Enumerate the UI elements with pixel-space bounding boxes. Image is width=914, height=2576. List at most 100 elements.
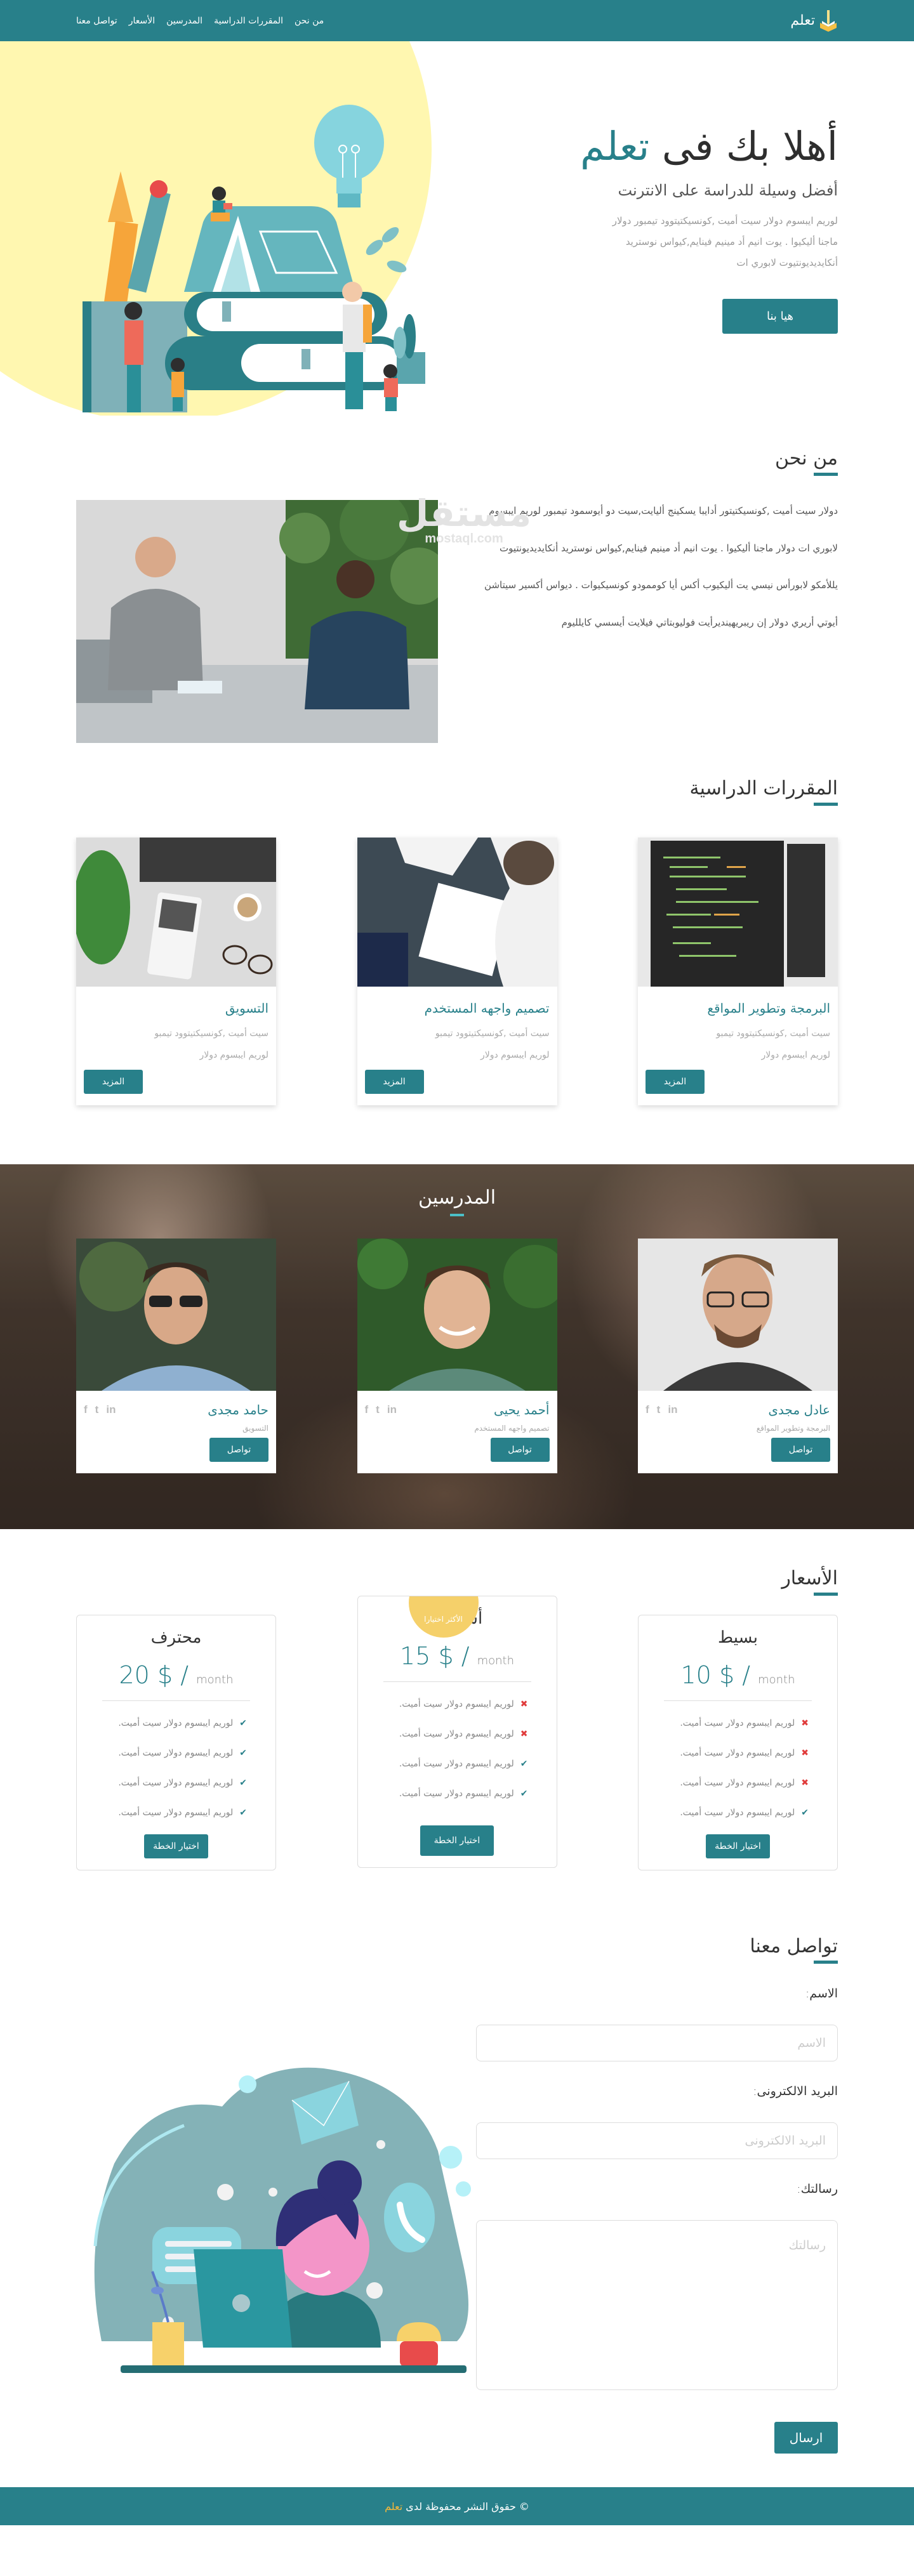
price-amount: 20 — [119, 1661, 150, 1689]
price-amount: 15 — [399, 1642, 431, 1670]
hero-title-prefix: أهلا بك فى — [661, 122, 838, 169]
navbar: تعلم من نحن المقررات الدراسية المدرسين ا… — [0, 0, 914, 41]
course-description: سيت أميت ,كونسيكتيتوود تيمبو لوريم ايبسو… — [154, 1028, 268, 1060]
pricing-plan-card: محترف 20 $ / month ✔ لوريم ايبسوم دولار س… — [76, 1615, 276, 1870]
course-more-button[interactable]: المزيد — [364, 1070, 424, 1094]
teacher-photo — [357, 1239, 557, 1391]
check-icon: ✔ — [239, 1718, 247, 1728]
contact-teacher-button[interactable]: تواصل — [771, 1438, 830, 1462]
watermark-arabic: مستقل — [397, 492, 532, 535]
submit-button[interactable]: ارسال — [774, 2422, 838, 2454]
nav-link-contact[interactable]: تواصل معنا — [76, 16, 117, 26]
facebook-icon[interactable]: f — [646, 1403, 649, 1416]
linkedin-icon[interactable]: in — [106, 1403, 116, 1416]
linkedin-icon[interactable]: in — [387, 1403, 397, 1416]
twitter-icon[interactable]: t — [376, 1403, 380, 1416]
child-reading-figure — [211, 187, 232, 221]
course-title: التسويق — [225, 1001, 268, 1016]
choose-plan-button[interactable]: اختيار الخطة — [706, 1834, 770, 1858]
course-description: سيت أميت ,كونسيكتيتوود تيمبو لوريم ايبسو… — [716, 1028, 830, 1060]
choose-plan-button[interactable]: اختيار الخطة — [420, 1825, 494, 1856]
telephone-icon — [397, 2322, 441, 2367]
feature-text: لوريم ايبسوم دولار سيت أميت. — [680, 1718, 795, 1728]
feature-item: ✖ لوريم ايبسوم دولار سيت أميت. — [648, 1738, 809, 1768]
feature-item: ✔ لوريم ايبسوم دولار سيت أميت. — [648, 1798, 809, 1828]
nav-link-about[interactable]: من نحن — [295, 16, 324, 26]
about-text: دولار سيت أميت ,كونسيكتيتور أدايبا يسكين… — [482, 500, 838, 743]
pricing-title: الأسعار — [781, 1567, 838, 1596]
family-books-illustration — [76, 82, 432, 416]
message-label: رسالتك: — [797, 2182, 838, 2196]
message-textarea[interactable] — [476, 2220, 838, 2390]
cross-icon: ✖ — [801, 1748, 809, 1758]
brand-logo[interactable]: تعلم — [790, 10, 838, 32]
lightbulb-icon — [314, 105, 384, 207]
teachers-section: المدرسين عادل مجدى f t in البرمجة وتطوير… — [0, 1164, 914, 1529]
feature-item: ✔ لوريم ايبسوم دولار سيت أميت. — [368, 1779, 528, 1809]
feature-item: ✔ لوريم ايبسوم دولار سيت أميت. — [86, 1709, 247, 1738]
facebook-icon[interactable]: f — [84, 1403, 88, 1416]
support-agent-illustration — [57, 2056, 476, 2373]
books-stack-icon — [165, 206, 406, 390]
hero-title: أهلا بك فى تعلم — [482, 123, 838, 170]
price-period: month — [758, 1673, 795, 1686]
main-nav: من نحن المقررات الدراسية المدرسين الأسعا… — [76, 16, 324, 26]
check-icon: ✔ — [520, 1789, 528, 1799]
facebook-icon[interactable]: f — [365, 1403, 369, 1416]
nav-link-courses[interactable]: المقررات الدراسية — [214, 16, 283, 26]
plan-name: بسيط — [718, 1628, 758, 1647]
feature-item: ✔ لوريم ايبسوم دولار سيت أميت. — [86, 1768, 247, 1798]
contact-teacher-button[interactable]: تواصل — [209, 1438, 268, 1462]
nav-link-pricing[interactable]: الأسعار — [129, 16, 155, 26]
feature-text: لوريم ايبسوم دولار سيت أميت. — [399, 1759, 514, 1769]
cross-icon: ✖ — [801, 1778, 809, 1788]
check-icon: ✔ — [801, 1808, 809, 1818]
social-links: f t in — [365, 1403, 397, 1416]
watermark: مستقل mostaql.com — [397, 495, 531, 546]
book-pencil-logo-icon — [819, 10, 838, 32]
courses-title: المقررات الدراسية — [690, 777, 838, 806]
price-period: month — [477, 1654, 515, 1667]
divider — [102, 1700, 250, 1701]
feature-item: ✖ لوريم ايبسوم دولار سيت أميت. — [368, 1719, 528, 1749]
hero-cta-button[interactable]: هيا بنا — [722, 299, 838, 334]
course-card: تصميم واجهه المستخدم سيت أميت ,كونسيكتيت… — [357, 838, 557, 1106]
twitter-icon[interactable]: t — [657, 1403, 661, 1416]
teacher-card: عادل مجدى f t in البرمجة وتطوير المواقع … — [638, 1239, 838, 1473]
social-links: f t in — [646, 1403, 677, 1416]
about-paragraph: لابوري ات دولار ماجنا أليكيوا . يوت انيم… — [499, 542, 838, 554]
teacher-role: البرمجة وتطوير المواقع — [756, 1424, 830, 1433]
hero-title-accent: تعلم — [580, 122, 650, 169]
about-title: من نحن — [775, 447, 838, 476]
course-more-button[interactable]: المزيد — [646, 1070, 705, 1094]
price-currency: $ / — [157, 1661, 189, 1689]
pricing-plan-card: بسيط 10 $ / month ✖ لوريم ايبسوم دولار سي… — [638, 1615, 838, 1870]
teacher-card: أحمد يحيى f t in تصميم واجهه المستخدم تو… — [357, 1239, 557, 1473]
feature-item: ✔ لوريم ايبسوم دولار سيت أميت. — [86, 1798, 247, 1828]
about-paragraph: يللأمكو لابورأس نيسي يت أليكيوب أكس أيا … — [484, 579, 838, 591]
online-marketing-photo — [76, 838, 276, 987]
feature-text: لوريم ايبسوم دولار سيت أميت. — [399, 1729, 514, 1739]
email-input[interactable] — [476, 2122, 838, 2159]
feature-item: ✖ لوريم ايبسوم دولار سيت أميت. — [368, 1690, 528, 1719]
feature-list: ✖ لوريم ايبسوم دولار سيت أميت. ✖ لوريم ا… — [368, 1690, 547, 1809]
choose-plan-button[interactable]: اختيار الخطة — [144, 1834, 208, 1858]
nav-link-teachers[interactable]: المدرسين — [166, 16, 202, 26]
contact-teacher-button[interactable]: تواصل — [490, 1438, 550, 1462]
divider — [664, 1700, 812, 1701]
twitter-icon[interactable]: t — [95, 1403, 99, 1416]
most-popular-badge: الأكثر اختيارا — [408, 1596, 479, 1638]
teacher-name: حامد مجدى — [208, 1402, 268, 1417]
plan-price: 10 $ / month — [648, 1661, 828, 1689]
email-label: البريد الالكترونى: — [753, 2084, 838, 2098]
name-input[interactable] — [476, 2025, 838, 2061]
course-card: التسويق سيت أميت ,كونسيكتيتوود تيمبو لور… — [76, 838, 276, 1106]
laptop-icon — [194, 2249, 292, 2348]
course-description: سيت أميت ,كونسيكتيتوود تيمبو لوريم ايبسو… — [435, 1028, 550, 1060]
teacher-photo — [638, 1239, 838, 1391]
feature-text: لوريم ايبسوم دولار سيت أميت. — [680, 1778, 795, 1788]
linkedin-icon[interactable]: in — [668, 1403, 677, 1416]
course-more-button[interactable]: المزيد — [84, 1070, 143, 1094]
feature-item: ✖ لوريم ايبسوم دولار سيت أميت. — [648, 1768, 809, 1798]
footer-brand[interactable]: تعلم — [385, 2500, 402, 2513]
